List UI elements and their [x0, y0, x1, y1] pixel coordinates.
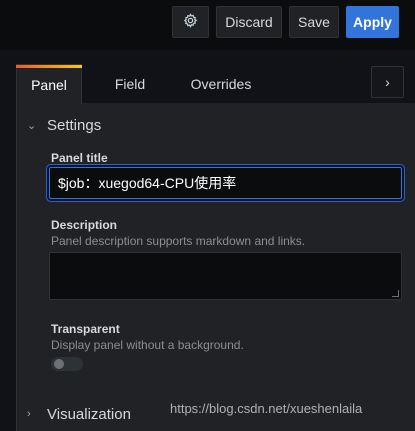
- transparent-help: Display panel without a background.: [51, 338, 244, 352]
- watermark: https://blog.csdn.net/xueshenlaila: [170, 401, 363, 416]
- settings-section-header[interactable]: ⌄ Settings: [27, 114, 101, 136]
- apply-button[interactable]: Apply: [346, 6, 399, 38]
- panel-title-label: Panel title: [51, 151, 108, 165]
- resize-grip-icon[interactable]: [392, 290, 399, 297]
- tab-panel[interactable]: Panel: [16, 64, 82, 104]
- editor-tabs: Panel Field Overrides: [16, 64, 415, 104]
- panel-title-input[interactable]: $job：xuegod64-CPU使用率: [49, 167, 402, 199]
- description-help: Panel description supports markdown and …: [51, 234, 306, 248]
- chevron-right-icon: ›: [385, 74, 390, 90]
- tabs-next-button[interactable]: ›: [371, 66, 404, 98]
- tab-overrides[interactable]: Overrides: [182, 64, 260, 104]
- top-toolbar: Discard Save Apply: [0, 0, 415, 50]
- chevron-down-icon: ⌄: [27, 119, 37, 132]
- description-textarea[interactable]: [49, 252, 402, 300]
- discard-button[interactable]: Discard: [216, 6, 282, 38]
- transparent-toggle[interactable]: [51, 357, 83, 371]
- transparent-label: Transparent: [51, 322, 120, 336]
- visualization-section-label: Visualization: [47, 405, 131, 423]
- gear-icon: [183, 13, 198, 31]
- panel-title-value: $job：xuegod64-CPU使用率: [58, 175, 237, 191]
- save-button[interactable]: Save: [289, 6, 339, 38]
- visualization-section-header[interactable]: › Visualization: [27, 403, 131, 425]
- tab-field[interactable]: Field: [106, 64, 154, 104]
- panel-options-pane: ⌄ Settings Panel title $job：xuegod64-CPU…: [16, 104, 415, 431]
- description-label: Description: [51, 218, 118, 232]
- chevron-right-icon: ›: [27, 408, 31, 420]
- settings-section-label: Settings: [47, 116, 102, 134]
- panel-settings-button[interactable]: [172, 6, 209, 38]
